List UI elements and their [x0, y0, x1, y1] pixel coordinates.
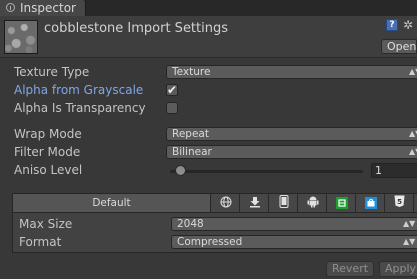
tab-bar: Inspector: [0, 0, 417, 16]
download-icon: [249, 196, 261, 211]
aniso-level-label: Aniso Level: [14, 163, 83, 177]
format-value: Compressed: [177, 236, 243, 248]
header-icons: ? ✲: [386, 19, 414, 33]
xbox-icon: [335, 197, 348, 209]
aniso-level-row: Aniso Level 1: [0, 162, 417, 179]
gear-icon[interactable]: ✲: [402, 19, 414, 31]
max-size-label: Max Size: [19, 217, 73, 231]
page-title: cobblestone Import Settings: [44, 21, 229, 36]
dropdown-arrow-icon: ▲▼: [403, 237, 416, 246]
tab-xbox[interactable]: [328, 194, 356, 212]
tab-webgl[interactable]: 5: [386, 194, 414, 212]
texture-type-value: Texture: [172, 66, 211, 78]
alpha-is-transparency-label: Alpha Is Transparency: [14, 101, 146, 115]
tab-default[interactable]: Default: [13, 194, 211, 212]
svg-text:5: 5: [397, 198, 402, 206]
wrap-mode-value: Repeat: [172, 128, 209, 140]
filter-mode-value: Bilinear: [172, 146, 212, 158]
mobile-icon: [279, 195, 289, 211]
html5-icon: 5: [394, 195, 405, 211]
aniso-level-field[interactable]: 1: [371, 163, 417, 178]
dropdown-arrow-icon: ▲▼: [409, 147, 417, 156]
tab-inspector[interactable]: Inspector: [0, 0, 86, 16]
open-button[interactable]: Open: [381, 39, 417, 54]
alpha-from-grayscale-row: Alpha from Grayscale ✔: [0, 82, 417, 99]
revert-button[interactable]: Revert: [326, 261, 375, 277]
android-icon: [307, 195, 319, 211]
tab-windows-store[interactable]: [357, 194, 385, 212]
texture-thumbnail: [4, 20, 38, 54]
format-label: Format: [19, 235, 62, 249]
globe-icon: [220, 196, 232, 211]
aniso-level-slider-track[interactable]: [170, 170, 363, 173]
dropdown-arrow-icon: ▲▼: [403, 219, 416, 228]
info-icon: [6, 3, 15, 12]
platform-settings: Max Size 2048 ▲▼ Format Compressed ▲▼: [12, 213, 417, 253]
tab-standalone[interactable]: [212, 194, 240, 212]
platform-tabs: Default 5: [12, 193, 417, 213]
tab-android[interactable]: [299, 194, 327, 212]
aniso-level-slider-handle[interactable]: [175, 165, 186, 176]
format-dropdown[interactable]: Compressed ▲▼: [171, 235, 417, 249]
wrap-mode-label: Wrap Mode: [14, 127, 82, 141]
format-row: Format Compressed ▲▼: [13, 234, 417, 251]
help-icon[interactable]: ?: [386, 19, 398, 31]
texture-type-dropdown[interactable]: Texture ▲▼: [166, 65, 417, 79]
filter-mode-row: Filter Mode Bilinear ▲▼: [0, 144, 417, 161]
dropdown-arrow-icon: ▲▼: [409, 67, 417, 76]
dropdown-arrow-icon: ▲▼: [409, 129, 417, 138]
alpha-is-transparency-row: Alpha Is Transparency: [0, 100, 417, 117]
wrap-mode-dropdown[interactable]: Repeat ▲▼: [166, 127, 417, 141]
wrap-mode-row: Wrap Mode Repeat ▲▼: [0, 126, 417, 143]
max-size-value: 2048: [177, 218, 204, 230]
windows-store-icon: [364, 197, 377, 209]
inspector-header: cobblestone Import Settings ? ✲ Open: [0, 16, 417, 58]
apply-button[interactable]: Apply: [379, 261, 417, 277]
alpha-from-grayscale-checkbox[interactable]: ✔: [166, 84, 178, 96]
tab-web[interactable]: [241, 194, 269, 212]
tab-inspector-label: Inspector: [20, 1, 76, 15]
filter-mode-label: Filter Mode: [14, 145, 81, 159]
alpha-from-grayscale-label: Alpha from Grayscale: [14, 83, 144, 97]
texture-type-row: Texture Type Texture ▲▼: [0, 64, 417, 81]
filter-mode-dropdown[interactable]: Bilinear ▲▼: [166, 145, 417, 159]
texture-type-label: Texture Type: [14, 65, 90, 79]
max-size-row: Max Size 2048 ▲▼: [13, 216, 417, 233]
alpha-is-transparency-checkbox[interactable]: [166, 102, 178, 114]
max-size-dropdown[interactable]: 2048 ▲▼: [171, 217, 417, 231]
tab-ios[interactable]: [270, 194, 298, 212]
